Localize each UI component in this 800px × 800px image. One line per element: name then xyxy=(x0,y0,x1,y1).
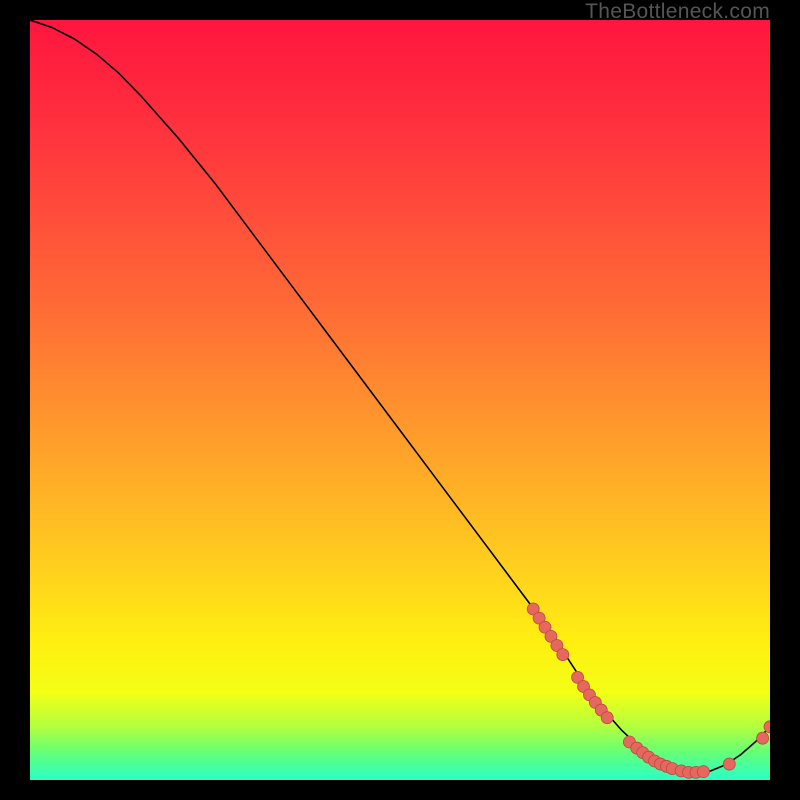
marker-point xyxy=(557,649,569,661)
chart-root: TheBottleneck.com xyxy=(0,0,800,800)
marker-point xyxy=(601,712,613,724)
marker-point xyxy=(723,758,735,770)
marker-point xyxy=(697,766,709,778)
series-overlay xyxy=(30,20,770,780)
highlighted-points xyxy=(527,603,770,778)
marker-point xyxy=(757,732,769,744)
plot-area xyxy=(30,20,770,780)
bottleneck-curve xyxy=(30,20,770,772)
